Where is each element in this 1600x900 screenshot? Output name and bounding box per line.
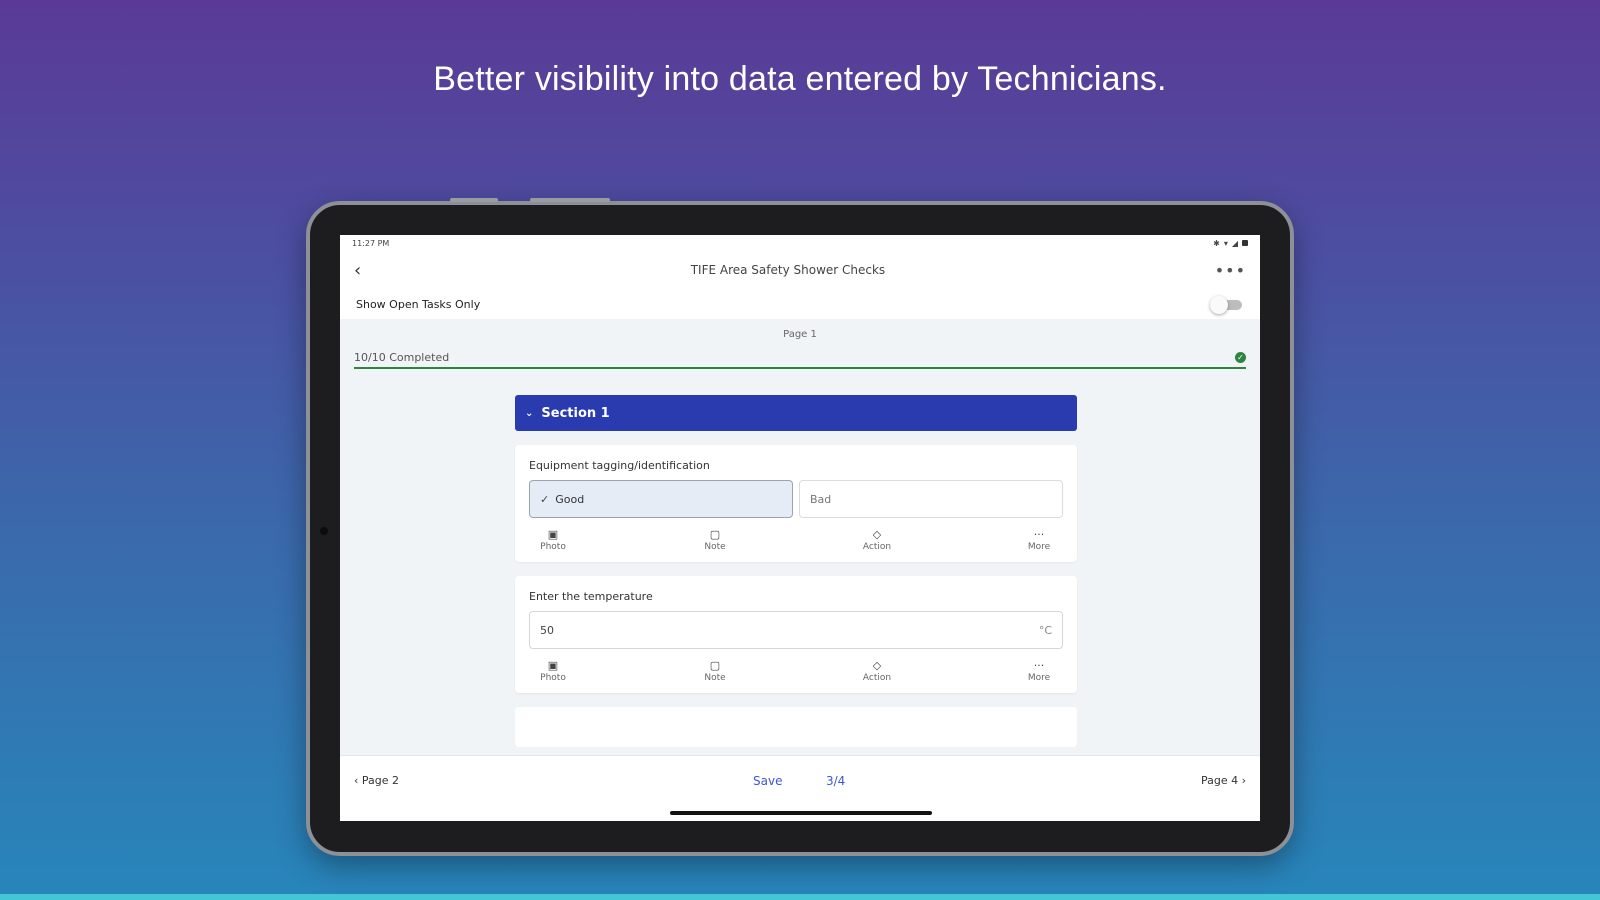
- choice-group: ✓ Good Bad: [529, 480, 1063, 518]
- filter-bar: Show Open Tasks Only: [340, 289, 1260, 319]
- open-tasks-toggle[interactable]: [1210, 296, 1244, 314]
- action-label: Action: [862, 542, 892, 552]
- check-circle-icon: ✓: [1235, 351, 1246, 363]
- note-icon: ▢: [709, 528, 721, 541]
- chevron-right-icon: ›: [1241, 774, 1246, 787]
- more-label: More: [1027, 673, 1051, 683]
- choice-label: Bad: [810, 492, 832, 506]
- question-label: Equipment tagging/identification: [529, 459, 710, 472]
- question-card-partial: [515, 707, 1077, 747]
- toggle-knob: [1210, 296, 1228, 314]
- photo-button[interactable]: ▣ Photo: [533, 659, 573, 683]
- camera-icon: [320, 527, 328, 535]
- progress-row: 10/10 Completed ✓: [354, 347, 1246, 369]
- bottom-bar: ‹ Page 2 Save 3/4 Page 4 ›: [340, 755, 1260, 821]
- previous-page-label: Page 2: [361, 774, 400, 787]
- page-counter[interactable]: 3/4: [826, 774, 845, 788]
- temperature-unit: °C: [1038, 623, 1052, 637]
- question-label: Enter the temperature: [529, 590, 653, 603]
- next-page-button[interactable]: Page 4 ›: [1201, 774, 1246, 787]
- previous-page-button[interactable]: ‹ Page 2: [354, 774, 399, 787]
- app-screen: 11:27 PM ✱ ▾ ◢ ‹ TIFE Area Safety Shower…: [340, 235, 1260, 821]
- choice-label: Good: [555, 492, 585, 506]
- more-button[interactable]: ··· More: [1019, 528, 1059, 552]
- page-title: TIFE Area Safety Shower Checks: [690, 263, 886, 277]
- tablet-frame: 11:27 PM ✱ ▾ ◢ ‹ TIFE Area Safety Shower…: [306, 198, 1294, 856]
- save-button[interactable]: Save: [753, 774, 782, 788]
- page-label: Page 1: [783, 329, 817, 340]
- action-label: Action: [862, 673, 892, 683]
- tag-icon: ◇: [872, 528, 882, 541]
- photo-label: Photo: [540, 542, 566, 552]
- question-card: Enter the temperature 50 °C ▣ Photo ▢ No…: [515, 576, 1077, 693]
- card-actions: ▣ Photo ▢ Note ◇ Action ··· More: [529, 528, 1063, 552]
- photo-label: Photo: [540, 673, 566, 683]
- action-button[interactable]: ◇ Action: [857, 528, 897, 552]
- checklist-content: ⌄ Section 1 Equipment tagging/identifica…: [515, 395, 1077, 747]
- status-bar: 11:27 PM ✱ ▾ ◢: [340, 235, 1260, 251]
- chevron-left-icon: ‹: [354, 774, 359, 787]
- action-button[interactable]: ◇ Action: [857, 659, 897, 683]
- headline: Better visibility into data entered by T…: [433, 60, 1167, 98]
- app-bar: ‹ TIFE Area Safety Shower Checks •••: [340, 251, 1260, 289]
- next-page-label: Page 4: [1200, 774, 1239, 787]
- battery-icon: [1242, 240, 1248, 246]
- bottom-accent-strip: [0, 894, 1600, 900]
- note-label: Note: [704, 673, 726, 683]
- completed-count: 10/10 Completed: [354, 350, 450, 364]
- camera-icon: ▣: [547, 528, 559, 541]
- section-title: Section 1: [541, 405, 610, 421]
- temperature-input[interactable]: 50 °C: [529, 611, 1063, 649]
- more-button[interactable]: ··· More: [1019, 659, 1059, 683]
- choice-bad[interactable]: Bad: [799, 480, 1063, 518]
- question-card: Equipment tagging/identification ✓ Good …: [515, 445, 1077, 562]
- chevron-down-icon: ⌄: [525, 407, 534, 419]
- tablet-power-button: [530, 198, 610, 202]
- home-indicator: [670, 811, 932, 815]
- note-icon: ▢: [709, 659, 721, 672]
- status-time: 11:27 PM: [352, 238, 390, 248]
- wifi-icon: ▾: [1223, 238, 1228, 248]
- more-label: More: [1027, 542, 1051, 552]
- tag-icon: ◇: [872, 659, 882, 672]
- note-button[interactable]: ▢ Note: [695, 528, 735, 552]
- more-dots-icon: ···: [1033, 528, 1045, 541]
- temperature-value: 50: [540, 623, 554, 637]
- more-dots-icon: ···: [1033, 659, 1045, 672]
- note-button[interactable]: ▢ Note: [695, 659, 735, 683]
- card-actions: ▣ Photo ▢ Note ◇ Action ··· More: [529, 659, 1063, 683]
- checkmark-icon: ✓: [540, 492, 550, 506]
- back-arrow-icon[interactable]: ‹: [354, 260, 361, 281]
- note-label: Note: [704, 542, 726, 552]
- choice-good[interactable]: ✓ Good: [529, 480, 793, 518]
- photo-button[interactable]: ▣ Photo: [533, 528, 573, 552]
- more-options-icon[interactable]: •••: [1215, 261, 1246, 280]
- section-header[interactable]: ⌄ Section 1: [515, 395, 1077, 431]
- tablet-volume-button: [450, 198, 498, 202]
- bluetooth-icon: ✱: [1213, 238, 1220, 248]
- camera-icon: ▣: [547, 659, 559, 672]
- open-tasks-label: Show Open Tasks Only: [356, 297, 481, 311]
- signal-icon: ◢: [1231, 238, 1238, 248]
- status-icons: ✱ ▾ ◢: [1213, 239, 1248, 248]
